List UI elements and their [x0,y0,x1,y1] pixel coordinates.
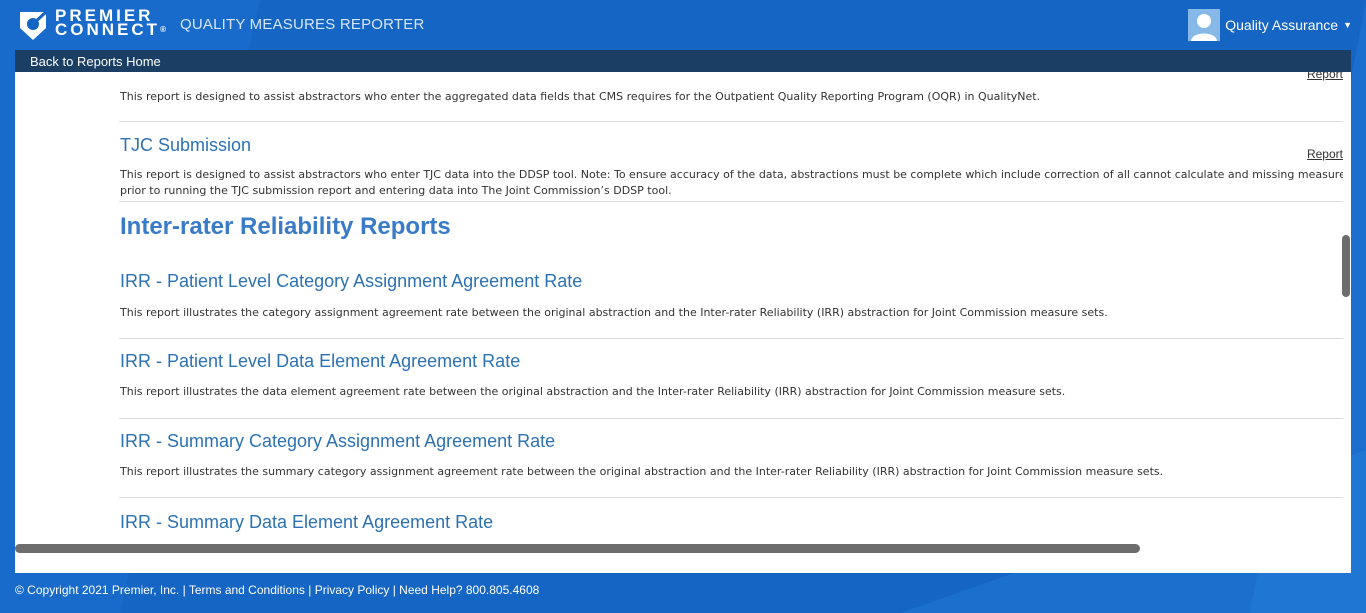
section-title-irr: Inter-rater Reliability Reports [120,213,451,240]
brand-line-2: CONNECT [55,20,161,39]
footer-separator: | [304,583,315,597]
main-panel: Back to Reports Home Report This report … [15,50,1351,573]
privacy-link[interactable]: Privacy Policy [315,583,390,597]
footer-separator: | [179,583,189,597]
divider [119,338,1343,339]
tjc-report-link[interactable]: Report [1307,147,1343,161]
terms-link[interactable]: Terms and Conditions [189,583,305,597]
back-to-reports-link[interactable]: Back to Reports Home [30,54,161,69]
user-menu[interactable]: Quality Assurance ▼ [1188,9,1352,41]
top-header: PREMIER CONNECT® QUALITY MEASURES REPORT… [0,0,1366,50]
brand-registered-mark: ® [160,25,166,34]
divider [119,497,1343,498]
tjc-description-line-2: prior to running the TJC submission repo… [120,184,672,197]
oqr-report-link[interactable]: Report [1307,72,1343,81]
brand-wordmark: PREMIER CONNECT® [55,7,166,39]
oqr-report-description: This report is designed to assist abstra… [120,90,1041,103]
copyright-text: © Copyright 2021 Premier, Inc. [15,583,180,597]
divider [119,201,1343,202]
footer-separator: | [389,583,400,597]
footer: © Copyright 2021 Premier, Inc. | Terms a… [15,583,539,597]
irr-patient-data-element-description: This report illustrates the data element… [120,385,1066,398]
irr-patient-category-description: This report illustrates the category ass… [120,306,1108,319]
horizontal-scrollbar-thumb[interactable] [15,544,1140,553]
nav-bar: Back to Reports Home [15,50,1351,72]
help-phone-link[interactable]: Need Help? 800.805.4608 [399,583,539,597]
user-name: Quality Assurance [1225,17,1339,33]
divider [119,418,1343,419]
app-title: QUALITY MEASURES REPORTER [180,16,425,33]
irr-patient-data-element-title[interactable]: IRR - Patient Level Data Element Agreeme… [120,351,520,372]
tjc-description-line-1: This report is designed to assist abstra… [120,168,1343,181]
divider [119,121,1343,122]
irr-summary-data-element-title[interactable]: IRR - Summary Data Element Agreement Rat… [120,512,493,533]
user-avatar-icon [1188,9,1221,41]
reports-content: Report This report is designed to assist… [15,72,1343,544]
vertical-scrollbar-thumb[interactable] [1342,235,1350,297]
caret-down-icon: ▼ [1343,20,1352,30]
irr-summary-category-description: This report illustrates the summary cate… [120,465,1164,478]
premier-logo-icon [20,10,48,40]
irr-patient-category-title[interactable]: IRR - Patient Level Category Assignment … [120,271,582,292]
irr-summary-category-title[interactable]: IRR - Summary Category Assignment Agreem… [120,431,555,452]
tjc-submission-title[interactable]: TJC Submission [120,135,251,156]
